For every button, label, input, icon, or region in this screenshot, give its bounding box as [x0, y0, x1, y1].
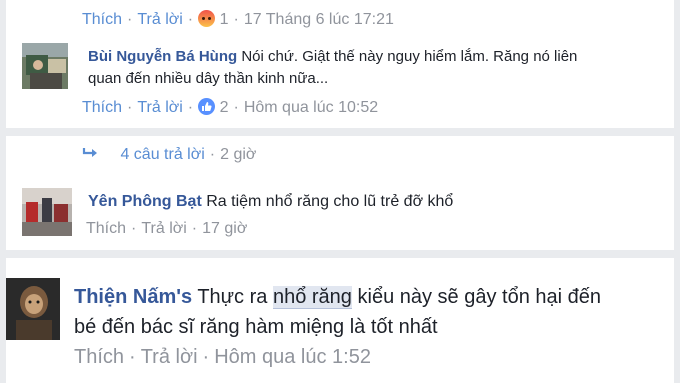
comment-card-2: 4 câu trả lời · 2 giờ Yên Phông Bạt Ra tiệ…	[6, 136, 674, 250]
comment-body-hung: Bùi Nguyễn Bá Hùng Nói chứ. Giật thế này…	[88, 46, 577, 90]
like-link[interactable]: Thích	[82, 99, 122, 116]
angry-reaction-icon[interactable]	[198, 10, 216, 27]
avatar[interactable]	[22, 188, 72, 236]
reply-link[interactable]: Trả lời	[141, 346, 198, 368]
avatar-image-icon	[22, 43, 68, 89]
comment-card-1: Thích · Trả lời · 1 · 17 Tháng 6 lúc 17:21 Bù…	[6, 0, 674, 128]
comment-text-before: Thực ra	[197, 286, 268, 308]
replies-age: 2 giờ	[220, 146, 257, 163]
reply-link[interactable]: Trả lời	[141, 220, 186, 237]
avatar-image-icon	[6, 278, 60, 340]
author-name[interactable]: Bùi Nguyễn Bá Hùng	[88, 48, 237, 65]
reply-link[interactable]: Trả lời	[137, 99, 182, 116]
comment-actions-hung: Thích · Trả lời · 2 · Hôm qua lúc 10:52	[82, 98, 379, 116]
comment-actions-top: Thích · Trả lời · 1 · 17 Tháng 6 lúc 17:21	[82, 10, 394, 28]
comment-text: Ra tiệm nhổ răng cho lũ trẻ đỡ khổ	[206, 193, 454, 210]
comment-timestamp[interactable]: 17 giờ	[202, 220, 247, 237]
author-name[interactable]: Yên Phông Bạt	[88, 193, 202, 210]
like-link[interactable]: Thích	[74, 346, 124, 368]
replies-count-label[interactable]: 4 câu trả lời	[120, 146, 204, 163]
replies-toggle[interactable]: 4 câu trả lời · 2 giờ	[82, 146, 256, 164]
comment-body-thien: Thiện Nấm's Thực ra nhổ răng kiểu này sẽ…	[74, 282, 601, 342]
highlighted-keyword[interactable]: nhổ răng	[272, 286, 352, 309]
like-link[interactable]: Thích	[82, 11, 122, 28]
reaction-count[interactable]: 1	[220, 11, 229, 28]
reply-arrow-icon	[82, 148, 97, 157]
comment-text-line2: quan đến nhiều dây thần kinh nữa...	[88, 70, 329, 87]
comment-actions-thien: Thích · Trả lời · Hôm qua lúc 1:52	[74, 346, 371, 368]
comment-text-line1: Nói chứ. Giật thế này nguy hiểm lắm. Răn…	[241, 48, 578, 65]
comment-timestamp[interactable]: Hôm qua lúc 1:52	[214, 346, 371, 368]
comment-actions-yen: Thích · Trả lời · 17 giờ	[86, 220, 248, 237]
comment-card-3: Thiện Nấm's Thực ra nhổ răng kiểu này sẽ…	[6, 258, 674, 383]
comment-timestamp[interactable]: 17 Tháng 6 lúc 17:21	[244, 11, 394, 28]
avatar[interactable]	[22, 43, 68, 89]
like-reaction-icon[interactable]	[198, 98, 216, 115]
reaction-count[interactable]: 2	[220, 99, 229, 116]
like-link[interactable]: Thích	[86, 220, 126, 237]
author-name[interactable]: Thiện Nấm's	[74, 286, 192, 308]
avatar[interactable]	[6, 278, 60, 340]
comment-body-yen: Yên Phông Bạt Ra tiệm nhổ răng cho lũ tr…	[88, 190, 453, 214]
reply-link[interactable]: Trả lời	[137, 11, 182, 28]
comment-timestamp[interactable]: Hôm qua lúc 10:52	[244, 99, 378, 116]
comment-text-line2: bé đến bác sĩ răng hàm miệng là tốt nhất	[74, 316, 438, 338]
comment-text-after: kiểu này sẽ gây tổn hại đến	[357, 286, 602, 308]
avatar-image-icon	[22, 188, 72, 236]
